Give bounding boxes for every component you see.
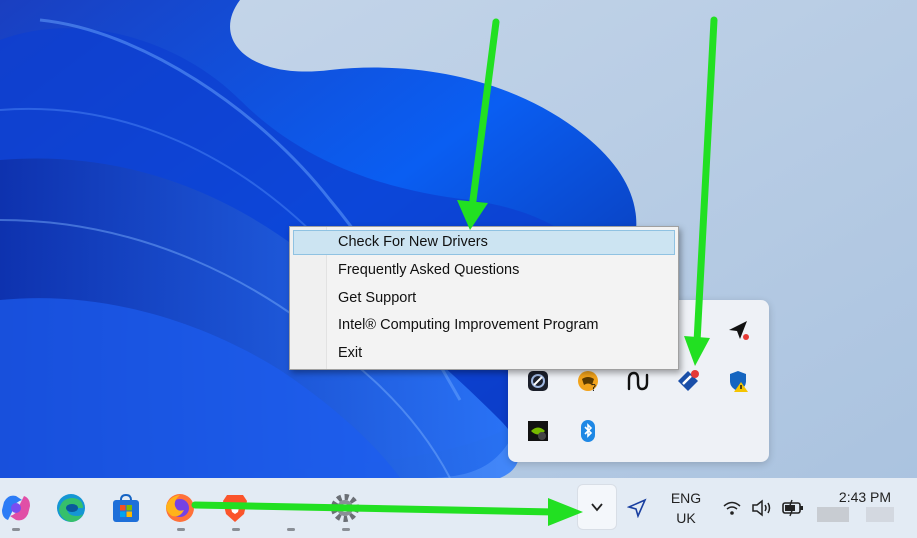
game-controller-help-icon[interactable]: ? [576, 369, 600, 393]
intel-driver-assistant-icon[interactable] [676, 369, 700, 393]
redacted-date [866, 507, 894, 522]
menu-item-exit[interactable]: Exit [293, 341, 675, 366]
send-arrow-icon[interactable] [726, 318, 750, 342]
edge-icon[interactable] [55, 492, 87, 524]
menu-item-get-support[interactable]: Get Support [293, 286, 675, 311]
running-indicator [12, 528, 20, 531]
running-indicator [287, 528, 295, 531]
clock-time[interactable]: 2:43 PM [830, 487, 900, 507]
taskbar: ENG UK 2:43 PM [0, 478, 917, 538]
nvidia-update-icon[interactable] [526, 419, 550, 443]
location-arrow-icon[interactable] [627, 498, 647, 518]
copilot-icon[interactable] [0, 492, 32, 524]
store-icon[interactable] [110, 492, 142, 524]
volume-icon[interactable] [751, 498, 773, 518]
disk-sync-icon[interactable] [526, 369, 550, 393]
waveform-icon[interactable] [626, 369, 650, 393]
language-indicator[interactable]: ENG UK [666, 488, 706, 528]
redacted-date [817, 507, 849, 522]
running-indicator [342, 528, 350, 531]
battery-charging-icon[interactable] [781, 498, 805, 518]
bluetooth-icon[interactable] [576, 419, 600, 443]
language-code: ENG [670, 490, 702, 506]
menu-item-faq[interactable]: Frequently Asked Questions [293, 258, 675, 283]
wifi-icon[interactable] [722, 498, 742, 518]
brave-icon[interactable] [219, 492, 251, 524]
running-indicator [177, 528, 185, 531]
security-warning-shield-icon[interactable] [726, 369, 750, 393]
firefox-icon[interactable] [164, 492, 196, 524]
intel-driver-context-menu: Check For New Drivers Frequently Asked Q… [289, 226, 679, 370]
menu-item-computing-improvement-program[interactable]: Intel® Computing Improvement Program [293, 313, 675, 338]
language-region: UK [676, 510, 696, 526]
svg-text:?: ? [591, 383, 596, 393]
running-indicator [232, 528, 240, 531]
show-hidden-icons-button[interactable] [578, 485, 616, 529]
menu-item-check-for-new-drivers[interactable]: Check For New Drivers [293, 230, 675, 255]
settings-icon[interactable] [329, 492, 361, 524]
chevron-down-icon [591, 503, 603, 512]
